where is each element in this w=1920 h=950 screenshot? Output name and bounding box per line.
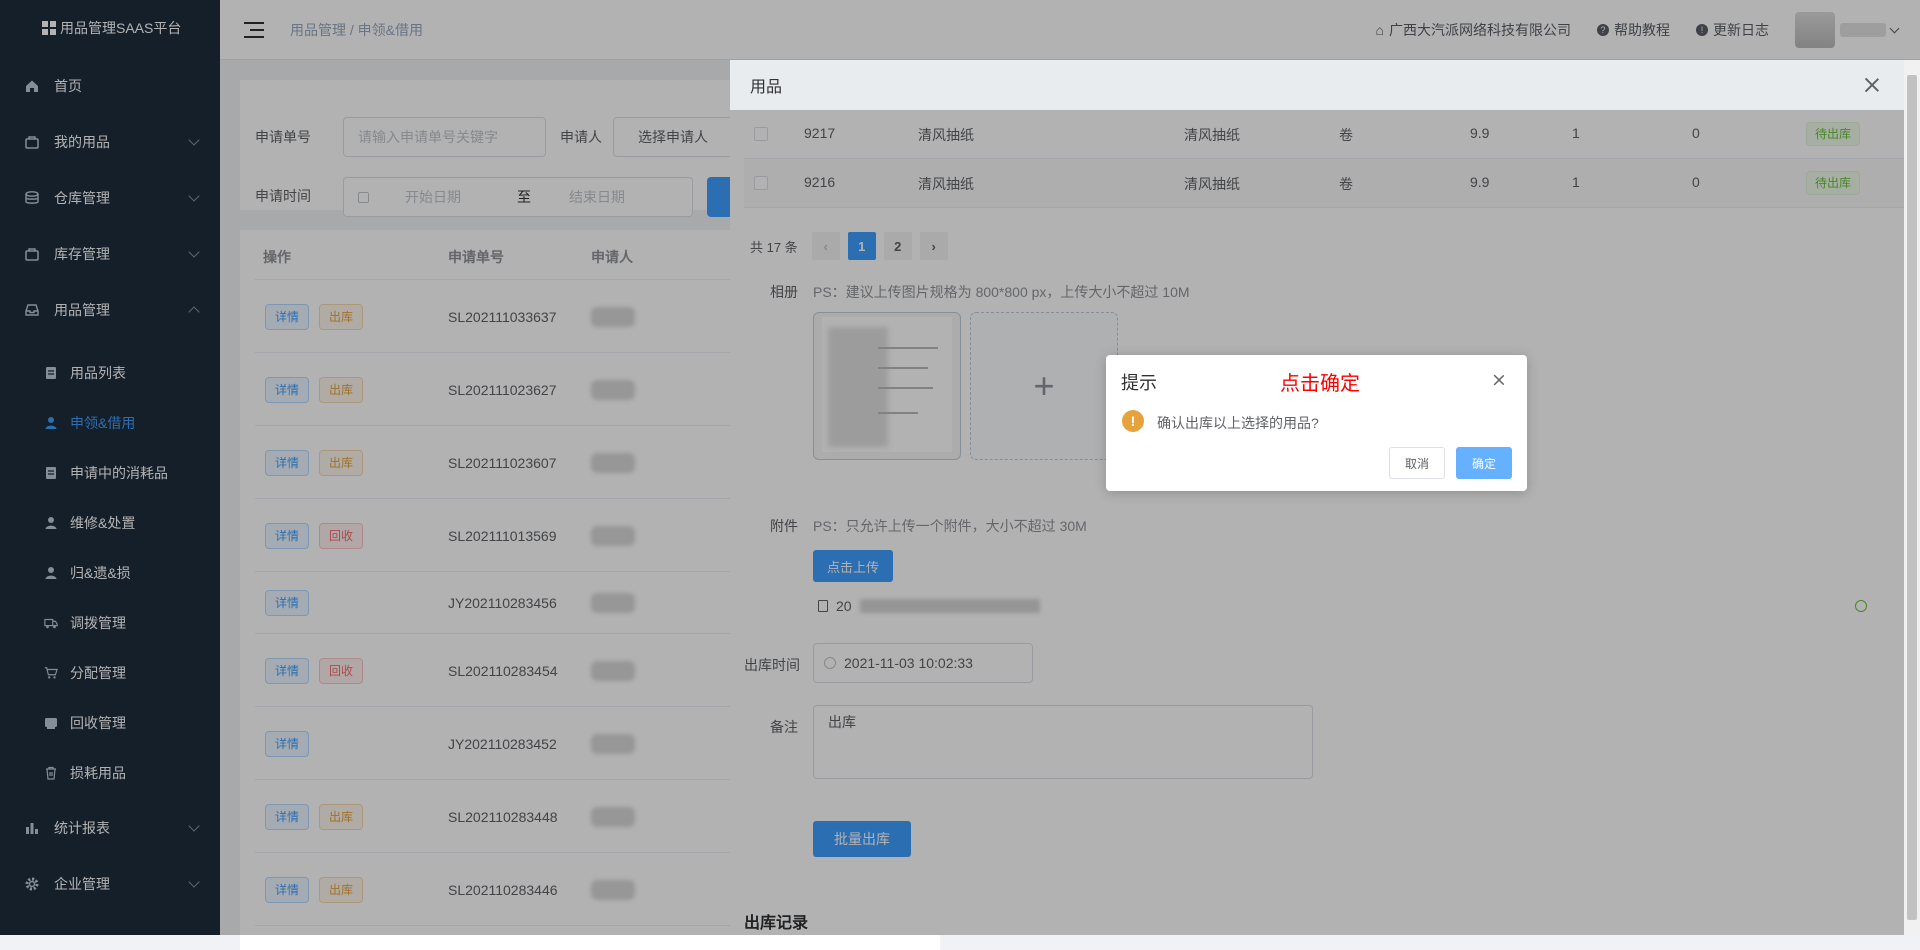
warning-icon: ! bbox=[1122, 410, 1144, 432]
scrollbar-thumb[interactable] bbox=[1907, 75, 1917, 920]
dialog-hint-annotation: 点击确定 bbox=[1280, 373, 1360, 395]
drawer-scrollbar[interactable] bbox=[1904, 60, 1920, 935]
confirm-button[interactable]: 确定 bbox=[1456, 447, 1512, 479]
cancel-button[interactable]: 取消 bbox=[1389, 447, 1445, 479]
confirm-dialog: 提示 点击确定 ! 确认出库以上选择的用品? 取消 确定 bbox=[1106, 355, 1527, 491]
drawer-title: 用品 bbox=[750, 79, 783, 96]
dialog-title: 提示 bbox=[1121, 373, 1157, 393]
drawer-header: 用品 bbox=[730, 60, 1920, 110]
dialog-message: 确认出库以上选择的用品? bbox=[1157, 415, 1319, 431]
drawer-overlay bbox=[730, 110, 1920, 935]
close-icon[interactable] bbox=[1864, 77, 1880, 93]
close-icon[interactable] bbox=[1493, 374, 1505, 386]
